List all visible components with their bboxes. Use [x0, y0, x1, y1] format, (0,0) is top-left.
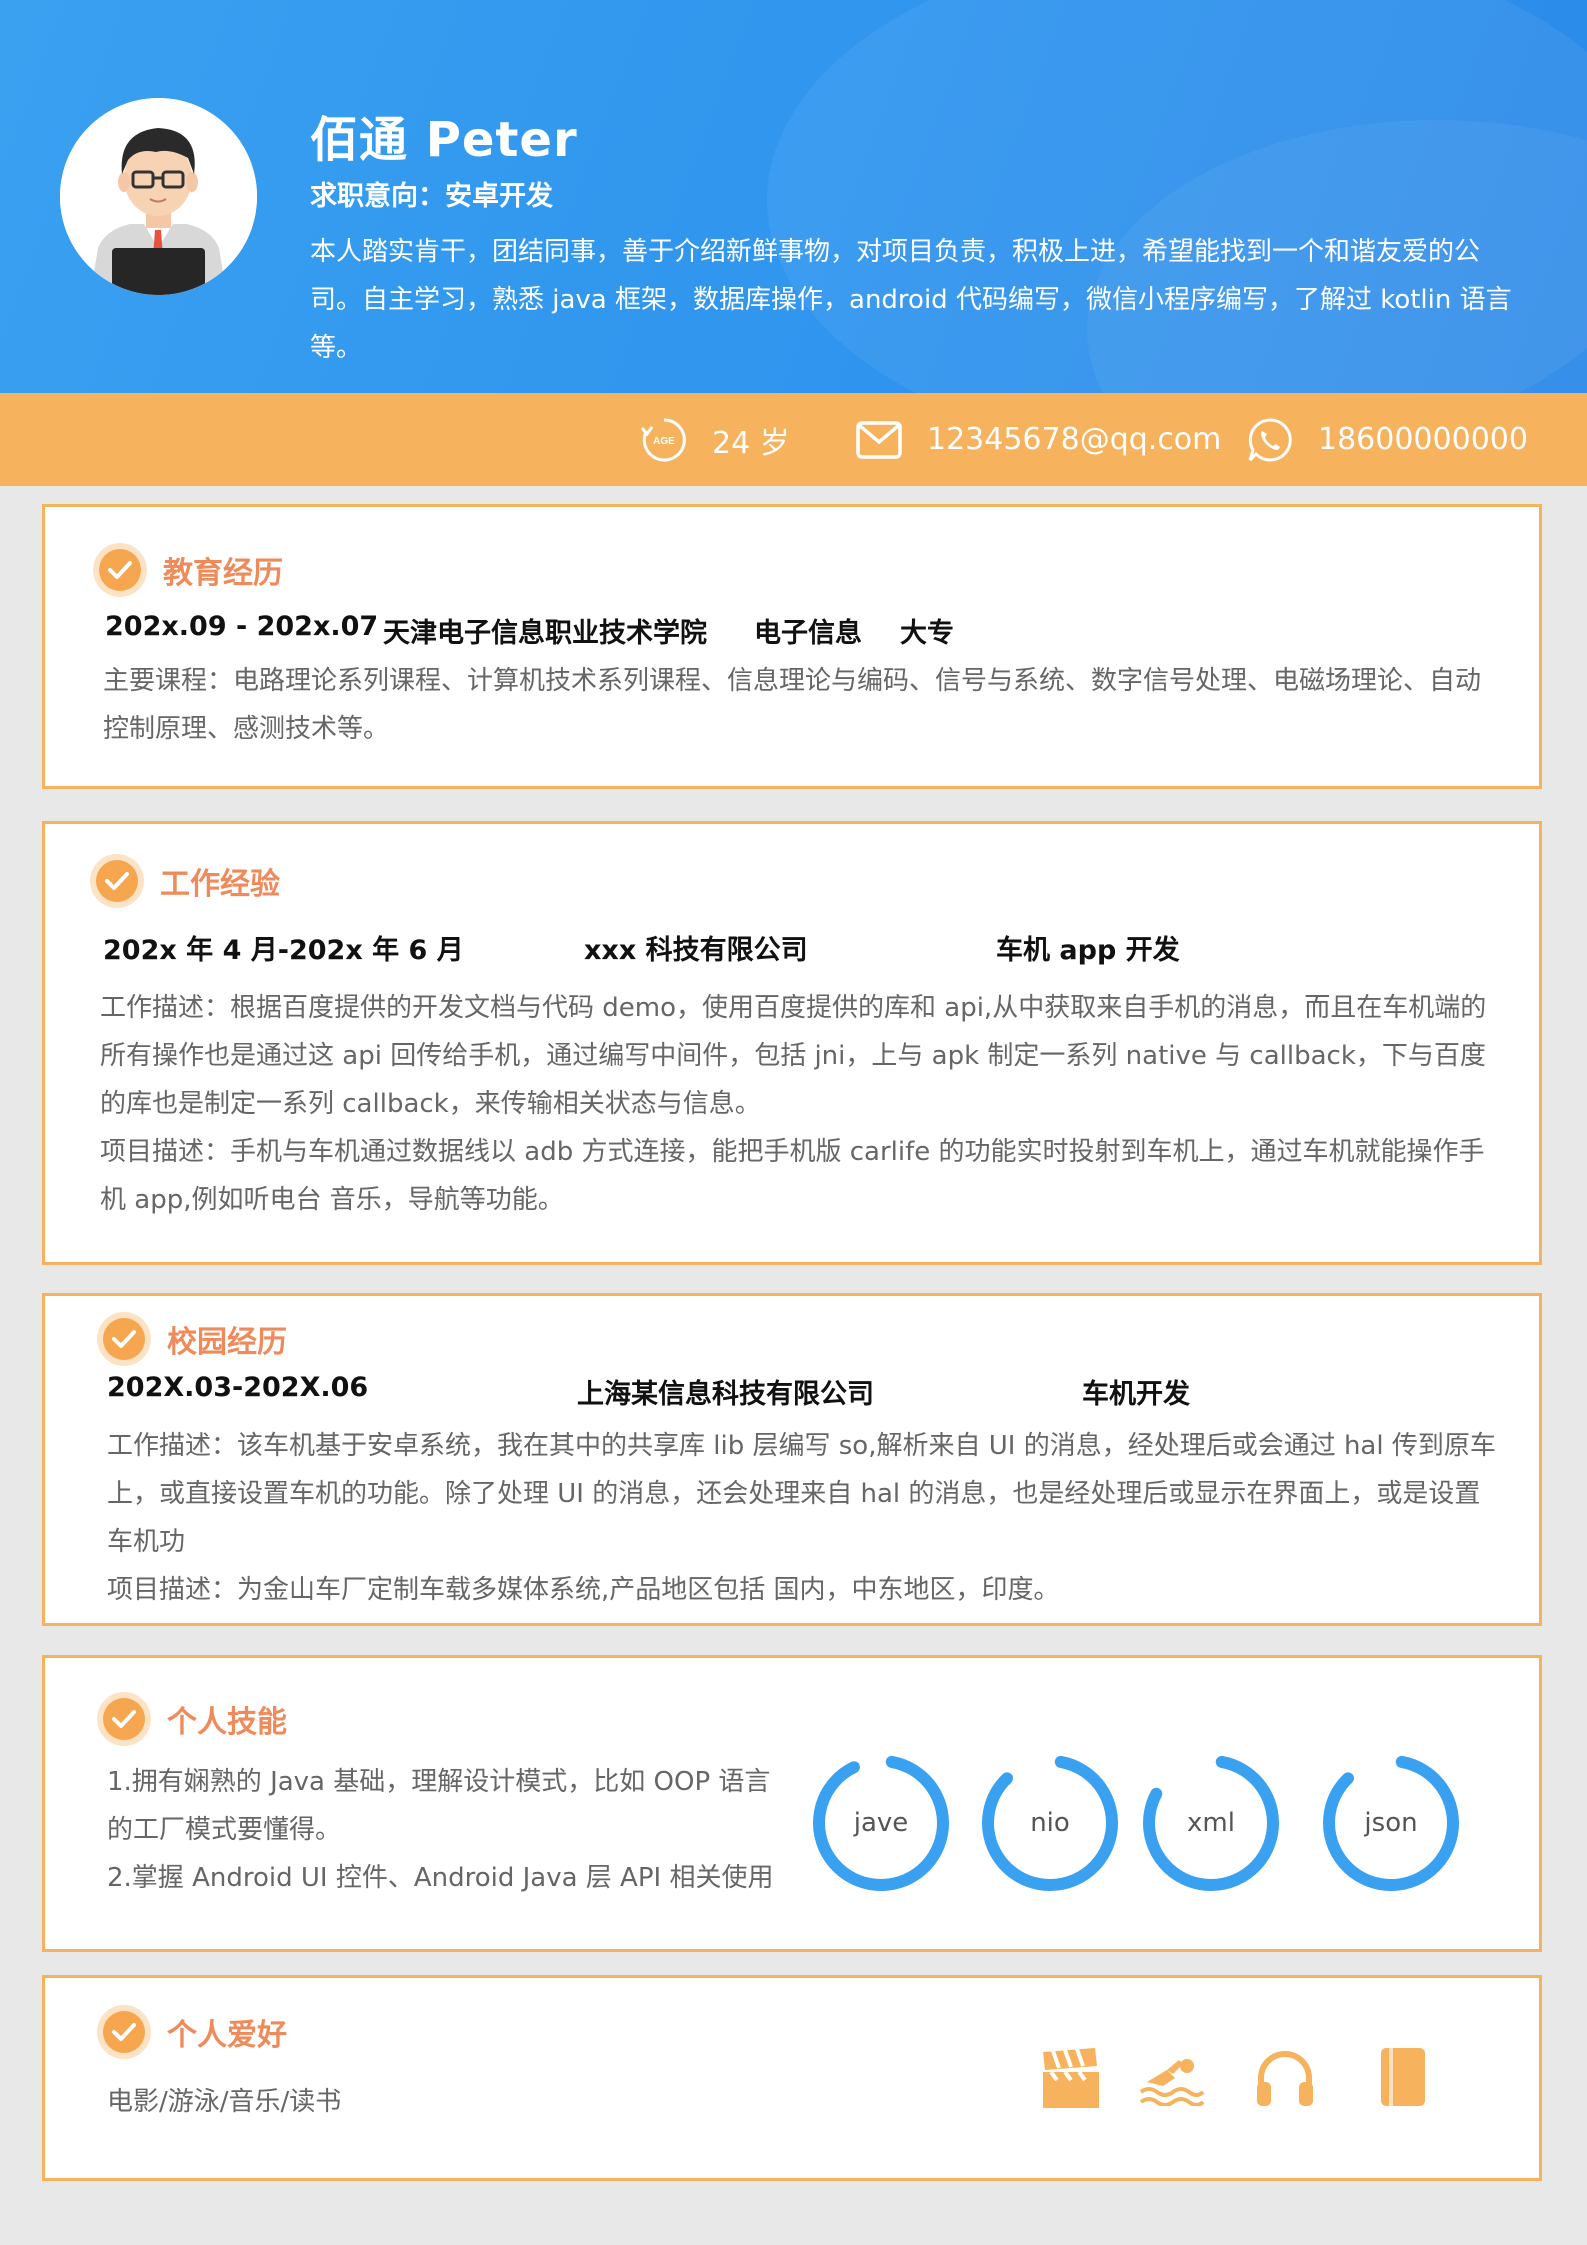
section-title: 工作经验 [90, 854, 280, 908]
skill-ring-jave: jave [811, 1753, 951, 1893]
whatsapp-phone-icon [1248, 417, 1292, 461]
education-period: 202x.09 - 202x.07 [105, 611, 379, 642]
self-introduction: 本人踏实肯干，团结同事，善于介绍新鲜事物，对项目负责，积极上进，希望能找到一个和… [310, 237, 1512, 363]
skill-ring-nio: nio [980, 1753, 1120, 1893]
skill-item: 1.拥有娴熟的 Java 基础，理解设计模式，比如 OOP 语言的工厂模式要懂得… [107, 1767, 771, 1845]
phone-item: 18600000000 [1246, 393, 1528, 486]
work-section: 工作经验 202x 年 4 月-202x 年 6 月 xxx 科技有限公司 车机… [42, 821, 1542, 1265]
work-period: 202x 年 4 月-202x 年 6 月 [103, 935, 464, 966]
work-description: 工作描述：根据百度提供的开发文档与代码 demo，使用百度提供的库和 api,从… [100, 993, 1487, 1119]
hobbies-text: 电影/游泳/音乐/读书 [107, 2087, 342, 2117]
campus-work-description: 工作描述：该车机基于安卓系统，我在其中的共享库 lib 层编写 so,解析来自 … [107, 1431, 1496, 1557]
email-text[interactable]: 12345678@qq.com [927, 422, 1221, 457]
phone-text[interactable]: 18600000000 [1318, 422, 1528, 457]
mail-icon [856, 420, 902, 459]
headphones-icon [1257, 2051, 1313, 2106]
section-title: 个人爱好 [97, 2005, 287, 2059]
skill-ring-xml: xml [1141, 1753, 1281, 1893]
campus-company: 上海某信息科技有限公司 [577, 1379, 874, 1410]
film-clapper-icon [1043, 2048, 1099, 2108]
education-major: 电子信息 [754, 618, 862, 649]
check-icon [97, 1692, 151, 1746]
skills-section: 个人技能 1.拥有娴熟的 Java 基础，理解设计模式，比如 OOP 语言的工厂… [42, 1655, 1542, 1952]
campus-section: 校园经历 202X.03-202X.06 上海某信息科技有限公司 车机开发 工作… [42, 1293, 1542, 1626]
skill-item: 2.掌握 Android UI 控件、Android Java 层 API 相关… [107, 1863, 774, 1893]
svg-text:AGE: AGE [653, 436, 675, 447]
education-school: 天津电子信息职业技术学院 [383, 618, 707, 649]
work-role: 车机 app 开发 [996, 935, 1180, 966]
section-title: 教育经历 [93, 543, 283, 597]
check-icon [97, 1312, 151, 1366]
resume-header: 佰通 Peter 求职意向：安卓开发 本人踏实肯干，团结同事，善于介绍新鲜事物，… [0, 0, 1587, 393]
skill-ring-label: nio [1030, 1808, 1070, 1838]
skill-ring-label: json [1364, 1808, 1418, 1838]
work-company: xxx 科技有限公司 [584, 935, 808, 966]
education-section: 教育经历 202x.09 - 202x.07 天津电子信息职业技术学院 电子信息… [42, 504, 1542, 789]
job-intent: 求职意向：安卓开发 [310, 181, 553, 212]
contact-bar: AGE 24 岁 12345678@qq.com 18600000000 [0, 393, 1587, 486]
project-description: 项目描述：手机与车机通过数据线以 adb 方式连接，能把手机版 carlife … [100, 1137, 1485, 1215]
skill-ring-json: json [1321, 1753, 1461, 1893]
email-item: 12345678@qq.com [855, 393, 1221, 486]
check-icon [90, 854, 144, 908]
book-icon [1381, 2048, 1425, 2106]
campus-period: 202X.03-202X.06 [107, 1372, 369, 1403]
check-icon [93, 543, 147, 597]
swimming-icon [1139, 2059, 1205, 2106]
age-text: 24 岁 [712, 425, 790, 461]
check-icon [97, 2005, 151, 2059]
campus-project-description: 项目描述：为金山车厂定制车载多媒体系统,产品地区包括 国内，中东地区，印度。 [107, 1575, 1060, 1605]
section-title: 个人技能 [97, 1692, 287, 1746]
skill-ring-label: jave [853, 1808, 909, 1838]
skill-ring-label: xml [1187, 1808, 1235, 1838]
campus-role: 车机开发 [1082, 1379, 1190, 1410]
education-degree: 大专 [900, 618, 954, 649]
avatar-illustration [60, 98, 257, 295]
age-item: AGE 24 岁 [640, 393, 790, 486]
avatar [60, 98, 257, 295]
candidate-name: 佰通 Peter [310, 112, 578, 168]
section-title: 校园经历 [97, 1312, 287, 1366]
age-icon: AGE [640, 417, 686, 461]
education-courses: 主要课程：电路理论系列课程、计算机技术系列课程、信息理论与编码、信号与系统、数字… [103, 666, 1482, 744]
hobbies-section: 个人爱好 电影/游泳/音乐/读书 [42, 1975, 1542, 2181]
